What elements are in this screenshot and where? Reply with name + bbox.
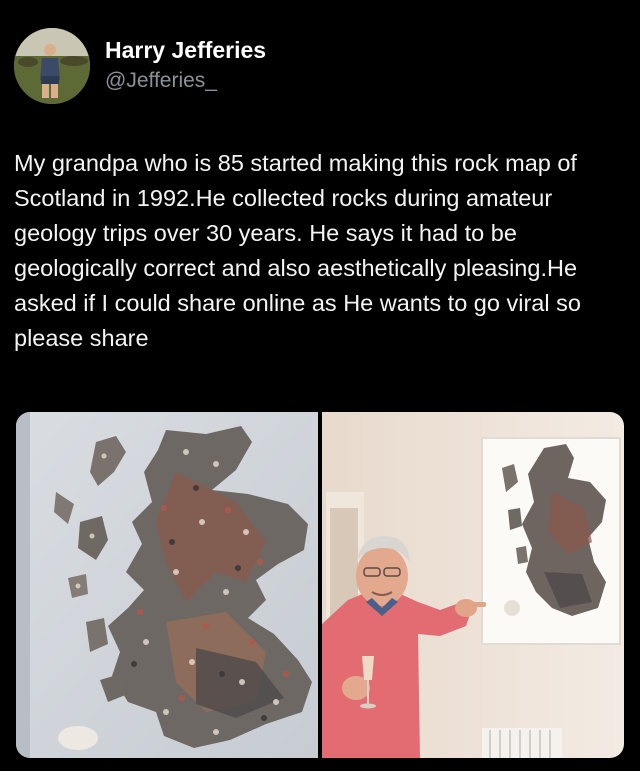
author-block: Harry Jefferies @Jefferies_ bbox=[105, 36, 266, 94]
media-grid bbox=[16, 412, 624, 758]
tweet-text: My grandpa who is 85 started making this… bbox=[14, 150, 581, 351]
grandpa-with-map-photo-icon bbox=[322, 412, 624, 758]
author-display-name[interactable]: Harry Jefferies bbox=[105, 36, 266, 64]
rock-map-photo-icon bbox=[16, 412, 318, 758]
media-photo-rock-map[interactable] bbox=[16, 412, 318, 758]
user-photo-avatar-icon bbox=[14, 28, 90, 104]
media-photo-grandpa[interactable] bbox=[322, 412, 624, 758]
tweet-header: Harry Jefferies @Jefferies_ bbox=[14, 28, 626, 108]
author-handle[interactable]: @Jefferies_ bbox=[105, 68, 266, 94]
avatar[interactable] bbox=[14, 28, 90, 104]
